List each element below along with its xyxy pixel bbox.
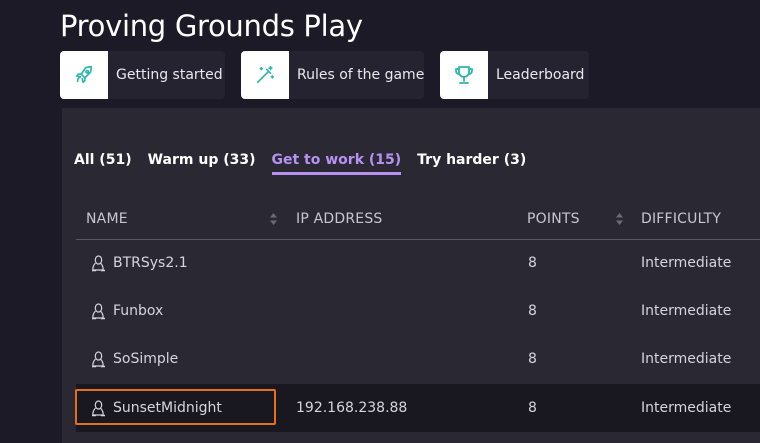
leaderboard-button[interactable]: Leaderboard — [440, 51, 589, 99]
linux-icon — [92, 350, 105, 367]
machine-name: SoSimple — [113, 351, 179, 367]
machine-difficulty: Intermediate — [641, 303, 732, 319]
tab-all[interactable]: All (51) — [74, 152, 132, 175]
machine-points: 8 — [528, 400, 537, 416]
selection-highlight — [75, 389, 276, 425]
getting-started-label: Getting started — [116, 67, 223, 83]
linux-icon — [92, 254, 105, 271]
machine-points: 8 — [528, 303, 537, 319]
table-row[interactable]: Funbox 8 Intermediate — [76, 287, 760, 335]
sort-icon[interactable] — [269, 212, 278, 226]
machine-ip: 192.168.238.88 — [296, 400, 408, 416]
tab-try-harder[interactable]: Try harder (3) — [417, 152, 526, 175]
machine-difficulty: Intermediate — [641, 255, 732, 271]
machine-name: Funbox — [113, 303, 164, 319]
sort-icon[interactable] — [615, 212, 624, 226]
machine-points: 8 — [528, 351, 537, 367]
rocket-icon — [60, 51, 108, 99]
tab-get-to-work[interactable]: Get to work (15) — [271, 152, 402, 175]
machine-difficulty: Intermediate — [641, 400, 732, 416]
page-title: Proving Grounds Play — [60, 9, 363, 43]
linux-icon — [92, 302, 105, 319]
rules-of-the-game-label: Rules of the game — [297, 67, 424, 83]
column-header-difficulty[interactable]: DIFFICULTY — [641, 211, 721, 227]
tab-warm-up[interactable]: Warm up (33) — [148, 152, 256, 175]
difficulty-tabs: All (51) Warm up (33) Get to work (15) T… — [74, 152, 542, 175]
column-header-name[interactable]: NAME — [86, 211, 128, 227]
column-header-ip-address: IP ADDRESS — [296, 211, 383, 227]
getting-started-button[interactable]: Getting started — [60, 51, 225, 99]
machine-points: 8 — [528, 255, 537, 271]
table-row[interactable]: SoSimple 8 Intermediate — [76, 335, 760, 383]
column-header-points[interactable]: POINTS — [527, 211, 580, 227]
table-row[interactable]: BTRSys2.1 8 Intermediate — [76, 239, 760, 287]
leaderboard-label: Leaderboard — [496, 67, 585, 83]
rules-of-the-game-button[interactable]: Rules of the game — [241, 51, 424, 99]
machine-difficulty: Intermediate — [641, 351, 732, 367]
magic-wand-icon — [241, 51, 289, 99]
machine-name: BTRSys2.1 — [113, 255, 188, 271]
trophy-icon — [440, 51, 488, 99]
